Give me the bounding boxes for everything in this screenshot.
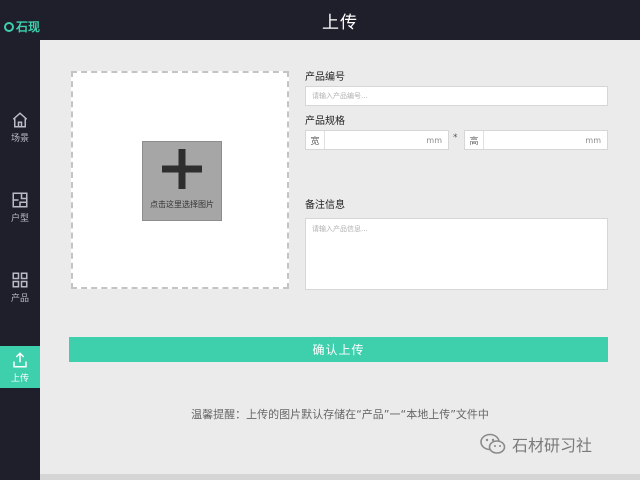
select-image-label: 点击这里选择图片 — [150, 200, 214, 209]
sidebar-item-floorplan[interactable]: 户型 — [0, 186, 40, 228]
upload-panel: 点击这里选择图片 产品编号 请输入产品编号... 产品规格 宽 mm * 高 m… — [40, 40, 640, 480]
confirm-upload-button[interactable]: 确认上传 — [69, 337, 608, 362]
watermark-text: 石材研习社 — [512, 436, 593, 455]
grid-icon — [12, 272, 28, 287]
notes-placeholder: 请输入产品信息... — [312, 225, 368, 233]
sidebar-item-label: 产品 — [10, 293, 29, 304]
notes-label: 备注信息 — [305, 200, 345, 211]
dimension-separator: * — [453, 133, 458, 143]
sidebar-item-label: 户型 — [10, 213, 29, 224]
logo-text: 石现 — [16, 20, 41, 34]
width-prefix: 宽 — [306, 131, 325, 149]
image-drop-zone[interactable]: 点击这里选择图片 — [71, 71, 289, 289]
sidebar: 石现 场景 户型 产品 上传 — [0, 0, 40, 480]
sidebar-item-scene[interactable]: 场景 — [0, 106, 40, 148]
sidebar-item-label: 上传 — [10, 373, 29, 384]
page-title: 上传 — [322, 12, 358, 33]
width-input[interactable]: 宽 mm — [305, 130, 449, 150]
upload-tip: 温馨提醒：上传的图片默认存储在“产品”一“本地上传”文件中 — [191, 408, 489, 421]
height-input[interactable]: 高 mm — [464, 130, 608, 150]
notes-textarea[interactable]: 请输入产品信息... — [305, 218, 608, 290]
title-bar: 上传 — [40, 0, 640, 40]
product-code-input[interactable]: 请输入产品编号... — [305, 86, 608, 106]
product-code-label: 产品编号 — [305, 72, 345, 83]
wechat-icon — [480, 433, 506, 454]
width-unit: mm — [426, 135, 442, 145]
floorplan-icon — [12, 192, 28, 207]
sidebar-item-upload[interactable]: 上传 — [0, 346, 40, 388]
watermark: 石材研习社 — [480, 432, 592, 456]
sidebar-item-product[interactable]: 产品 — [0, 266, 40, 308]
upload-icon — [13, 351, 27, 367]
product-code-placeholder: 请输入产品编号... — [312, 92, 368, 100]
bottom-strip — [40, 474, 640, 480]
logo-mark-icon — [4, 21, 14, 32]
app-logo: 石现 — [4, 18, 40, 35]
height-unit: mm — [585, 135, 601, 145]
product-spec-label: 产品规格 — [305, 116, 345, 127]
confirm-upload-label: 确认上传 — [312, 343, 365, 357]
sidebar-item-label: 场景 — [10, 133, 29, 144]
select-image-button[interactable]: 点击这里选择图片 — [142, 141, 222, 221]
home-icon — [12, 111, 28, 127]
plus-icon — [162, 149, 202, 189]
height-prefix: 高 — [465, 131, 484, 149]
